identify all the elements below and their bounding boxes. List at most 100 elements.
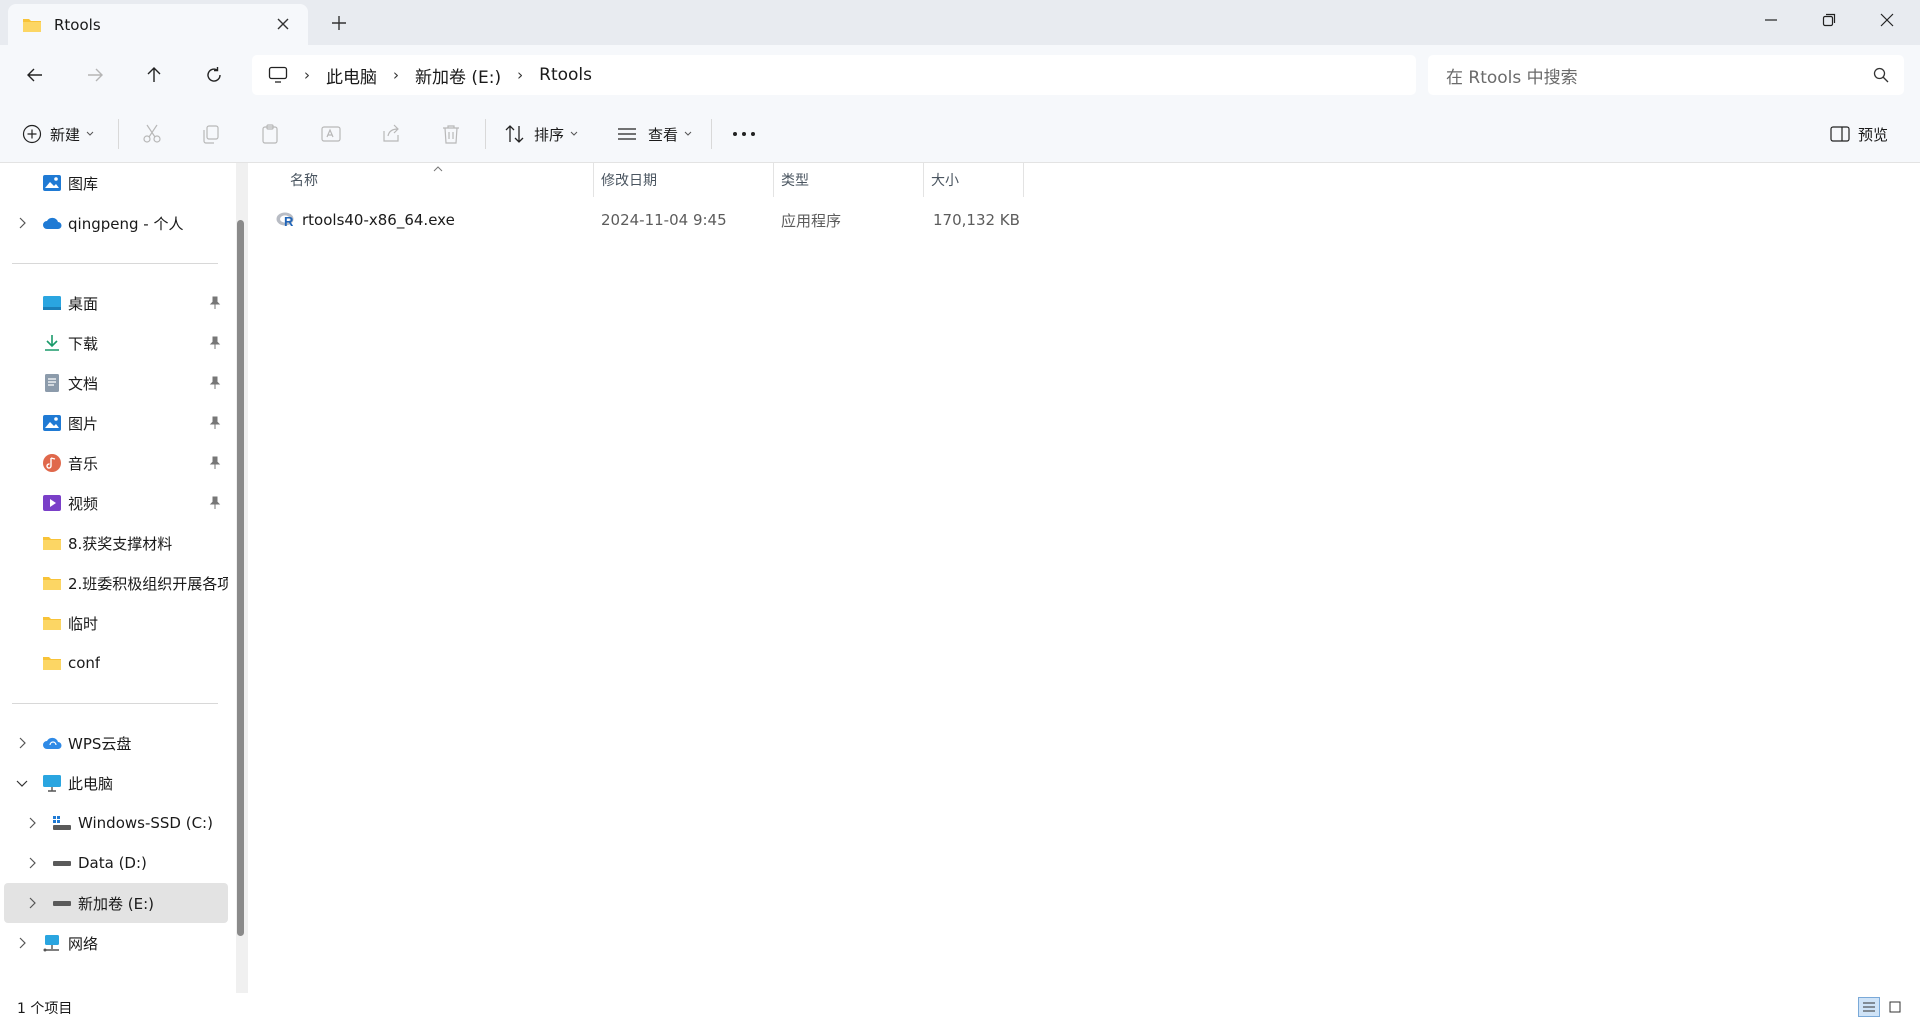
new-button[interactable]: 新建	[22, 118, 94, 150]
delete-button[interactable]	[440, 118, 462, 150]
sort-icon	[505, 125, 524, 143]
pin-icon	[209, 456, 221, 469]
sidebar-item-this-pc[interactable]: 此电脑	[0, 763, 228, 803]
folder-icon	[43, 577, 61, 590]
column-header-size[interactable]: 大小	[931, 163, 959, 197]
sidebar-item-label: 桌面	[68, 294, 99, 313]
new-tab-icon[interactable]	[328, 12, 350, 34]
sidebar-item-drive-e[interactable]: 新加卷 (E:)	[4, 883, 228, 923]
sidebar-item-pictures[interactable]: 图片	[0, 403, 228, 443]
sidebar-item-gallery[interactable]: 图库	[0, 163, 228, 203]
sidebar-item-folder-conf[interactable]: conf	[0, 643, 228, 683]
document-icon	[45, 374, 59, 392]
column-header-date[interactable]: 修改日期	[601, 163, 657, 197]
sidebar-item-folder-class[interactable]: 2.班委积极组织开展各项	[0, 563, 228, 603]
paste-button[interactable]	[260, 118, 282, 150]
pin-icon	[209, 416, 221, 429]
sidebar-scrollbar-thumb[interactable]	[237, 220, 244, 936]
sidebar-item-wps-cloud[interactable]: WPS云盘	[0, 723, 228, 763]
cut-button[interactable]	[141, 118, 163, 150]
tiles-view-icon	[1889, 1001, 1901, 1013]
file-list: 名称 修改日期 类型 大小 R rtools40-x86_64.exe 2024…	[248, 163, 1920, 993]
download-icon	[45, 335, 59, 351]
share-button[interactable]	[380, 118, 402, 150]
chevron-right-icon: ›	[393, 66, 399, 84]
column-header-label: 类型	[781, 173, 809, 189]
file-name-cell[interactable]: R rtools40-x86_64.exe	[276, 203, 455, 237]
arrow-left-icon	[27, 68, 42, 82]
restore-icon	[1822, 13, 1836, 27]
column-header-name[interactable]: 名称	[290, 163, 318, 197]
sidebar-item-folder-awards[interactable]: 8.获奖支撑材料	[0, 523, 228, 563]
minimize-icon	[1765, 19, 1777, 21]
view-button[interactable]: 查看	[616, 118, 692, 150]
item-count: 1 个项目	[17, 1000, 73, 1017]
restore-button[interactable]	[1800, 0, 1858, 40]
tab-rtools[interactable]: Rtools	[8, 4, 308, 45]
column-header-type[interactable]: 类型	[781, 163, 809, 197]
folder-icon	[43, 617, 61, 630]
breadcrumb-drive-e[interactable]: 新加卷 (E:)	[415, 63, 501, 88]
table-row[interactable]: R rtools40-x86_64.exe 2024-11-04 9:45 应用…	[268, 203, 1268, 237]
refresh-button[interactable]	[199, 60, 229, 90]
more-options-button[interactable]	[732, 118, 756, 150]
search-input[interactable]: 在 Rtools 中搜索	[1428, 55, 1904, 95]
back-button[interactable]	[20, 60, 50, 90]
sidebar-item-label: 此电脑	[68, 774, 114, 793]
minimize-button[interactable]	[1742, 0, 1800, 40]
list-view-icon	[618, 128, 636, 140]
sidebar-item-label: 网络	[68, 934, 99, 953]
breadcrumb-this-pc[interactable]: 此电脑	[326, 63, 377, 88]
pin-icon	[209, 496, 221, 509]
pin-icon	[209, 296, 221, 309]
file-type-cell: 应用程序	[781, 211, 842, 230]
sidebar-item-onedrive[interactable]: qingpeng - 个人	[0, 203, 228, 243]
pin-icon	[209, 376, 221, 389]
wps-cloud-icon	[43, 737, 62, 749]
sidebar-item-label: Windows-SSD (C:)	[78, 814, 213, 832]
sidebar-item-drive-d[interactable]: Data (D:)	[0, 843, 228, 883]
arrow-up-icon	[147, 67, 161, 82]
details-view-button[interactable]	[1858, 997, 1880, 1017]
preview-pane-button[interactable]: 预览	[1830, 118, 1888, 150]
sidebar-item-label: 8.获奖支撑材料	[68, 534, 173, 553]
view-toggle-group	[1858, 997, 1906, 1017]
sidebar-item-network[interactable]: 网络	[0, 923, 228, 963]
column-divider[interactable]	[923, 163, 924, 197]
sort-button[interactable]: 排序	[504, 118, 578, 150]
column-divider[interactable]	[1023, 163, 1024, 197]
close-window-button[interactable]	[1858, 0, 1916, 40]
sidebar-item-folder-temp[interactable]: 临时	[0, 603, 228, 643]
copy-button[interactable]	[200, 118, 222, 150]
close-icon	[1880, 13, 1894, 27]
more-icon	[733, 132, 755, 136]
close-tab-icon[interactable]	[274, 15, 292, 33]
tiles-view-button[interactable]	[1884, 997, 1906, 1017]
sidebar-item-music[interactable]: 音乐	[0, 443, 228, 483]
rename-button[interactable]	[320, 118, 342, 150]
sidebar-item-documents[interactable]: 文档	[0, 363, 228, 403]
forward-button[interactable]	[80, 60, 110, 90]
chevron-right-icon	[19, 937, 26, 949]
drive-c-icon	[53, 816, 71, 830]
sidebar-item-label: 文档	[68, 374, 99, 393]
up-button[interactable]	[139, 60, 169, 90]
r-installer-icon: R	[276, 212, 294, 229]
column-header-label: 大小	[931, 173, 959, 189]
video-icon	[43, 495, 61, 511]
sidebar-item-desktop[interactable]: 桌面	[0, 283, 228, 323]
column-divider[interactable]	[593, 163, 594, 197]
status-bar: 1 个项目	[0, 993, 1920, 1022]
sidebar-item-downloads[interactable]: 下载	[0, 323, 228, 363]
music-icon	[43, 454, 61, 472]
address-bar[interactable]: › 此电脑 › 新加卷 (E:) › Rtools	[252, 55, 1416, 95]
desktop-icon	[43, 296, 61, 310]
drive-icon	[53, 901, 71, 906]
chevron-right-icon	[29, 897, 36, 909]
sidebar-item-videos[interactable]: 视频	[0, 483, 228, 523]
breadcrumb-rtools[interactable]: Rtools	[539, 65, 592, 85]
column-divider[interactable]	[773, 163, 774, 197]
folder-icon	[43, 537, 61, 550]
copy-icon	[203, 125, 219, 144]
sidebar-item-drive-c[interactable]: Windows-SSD (C:)	[0, 803, 228, 843]
